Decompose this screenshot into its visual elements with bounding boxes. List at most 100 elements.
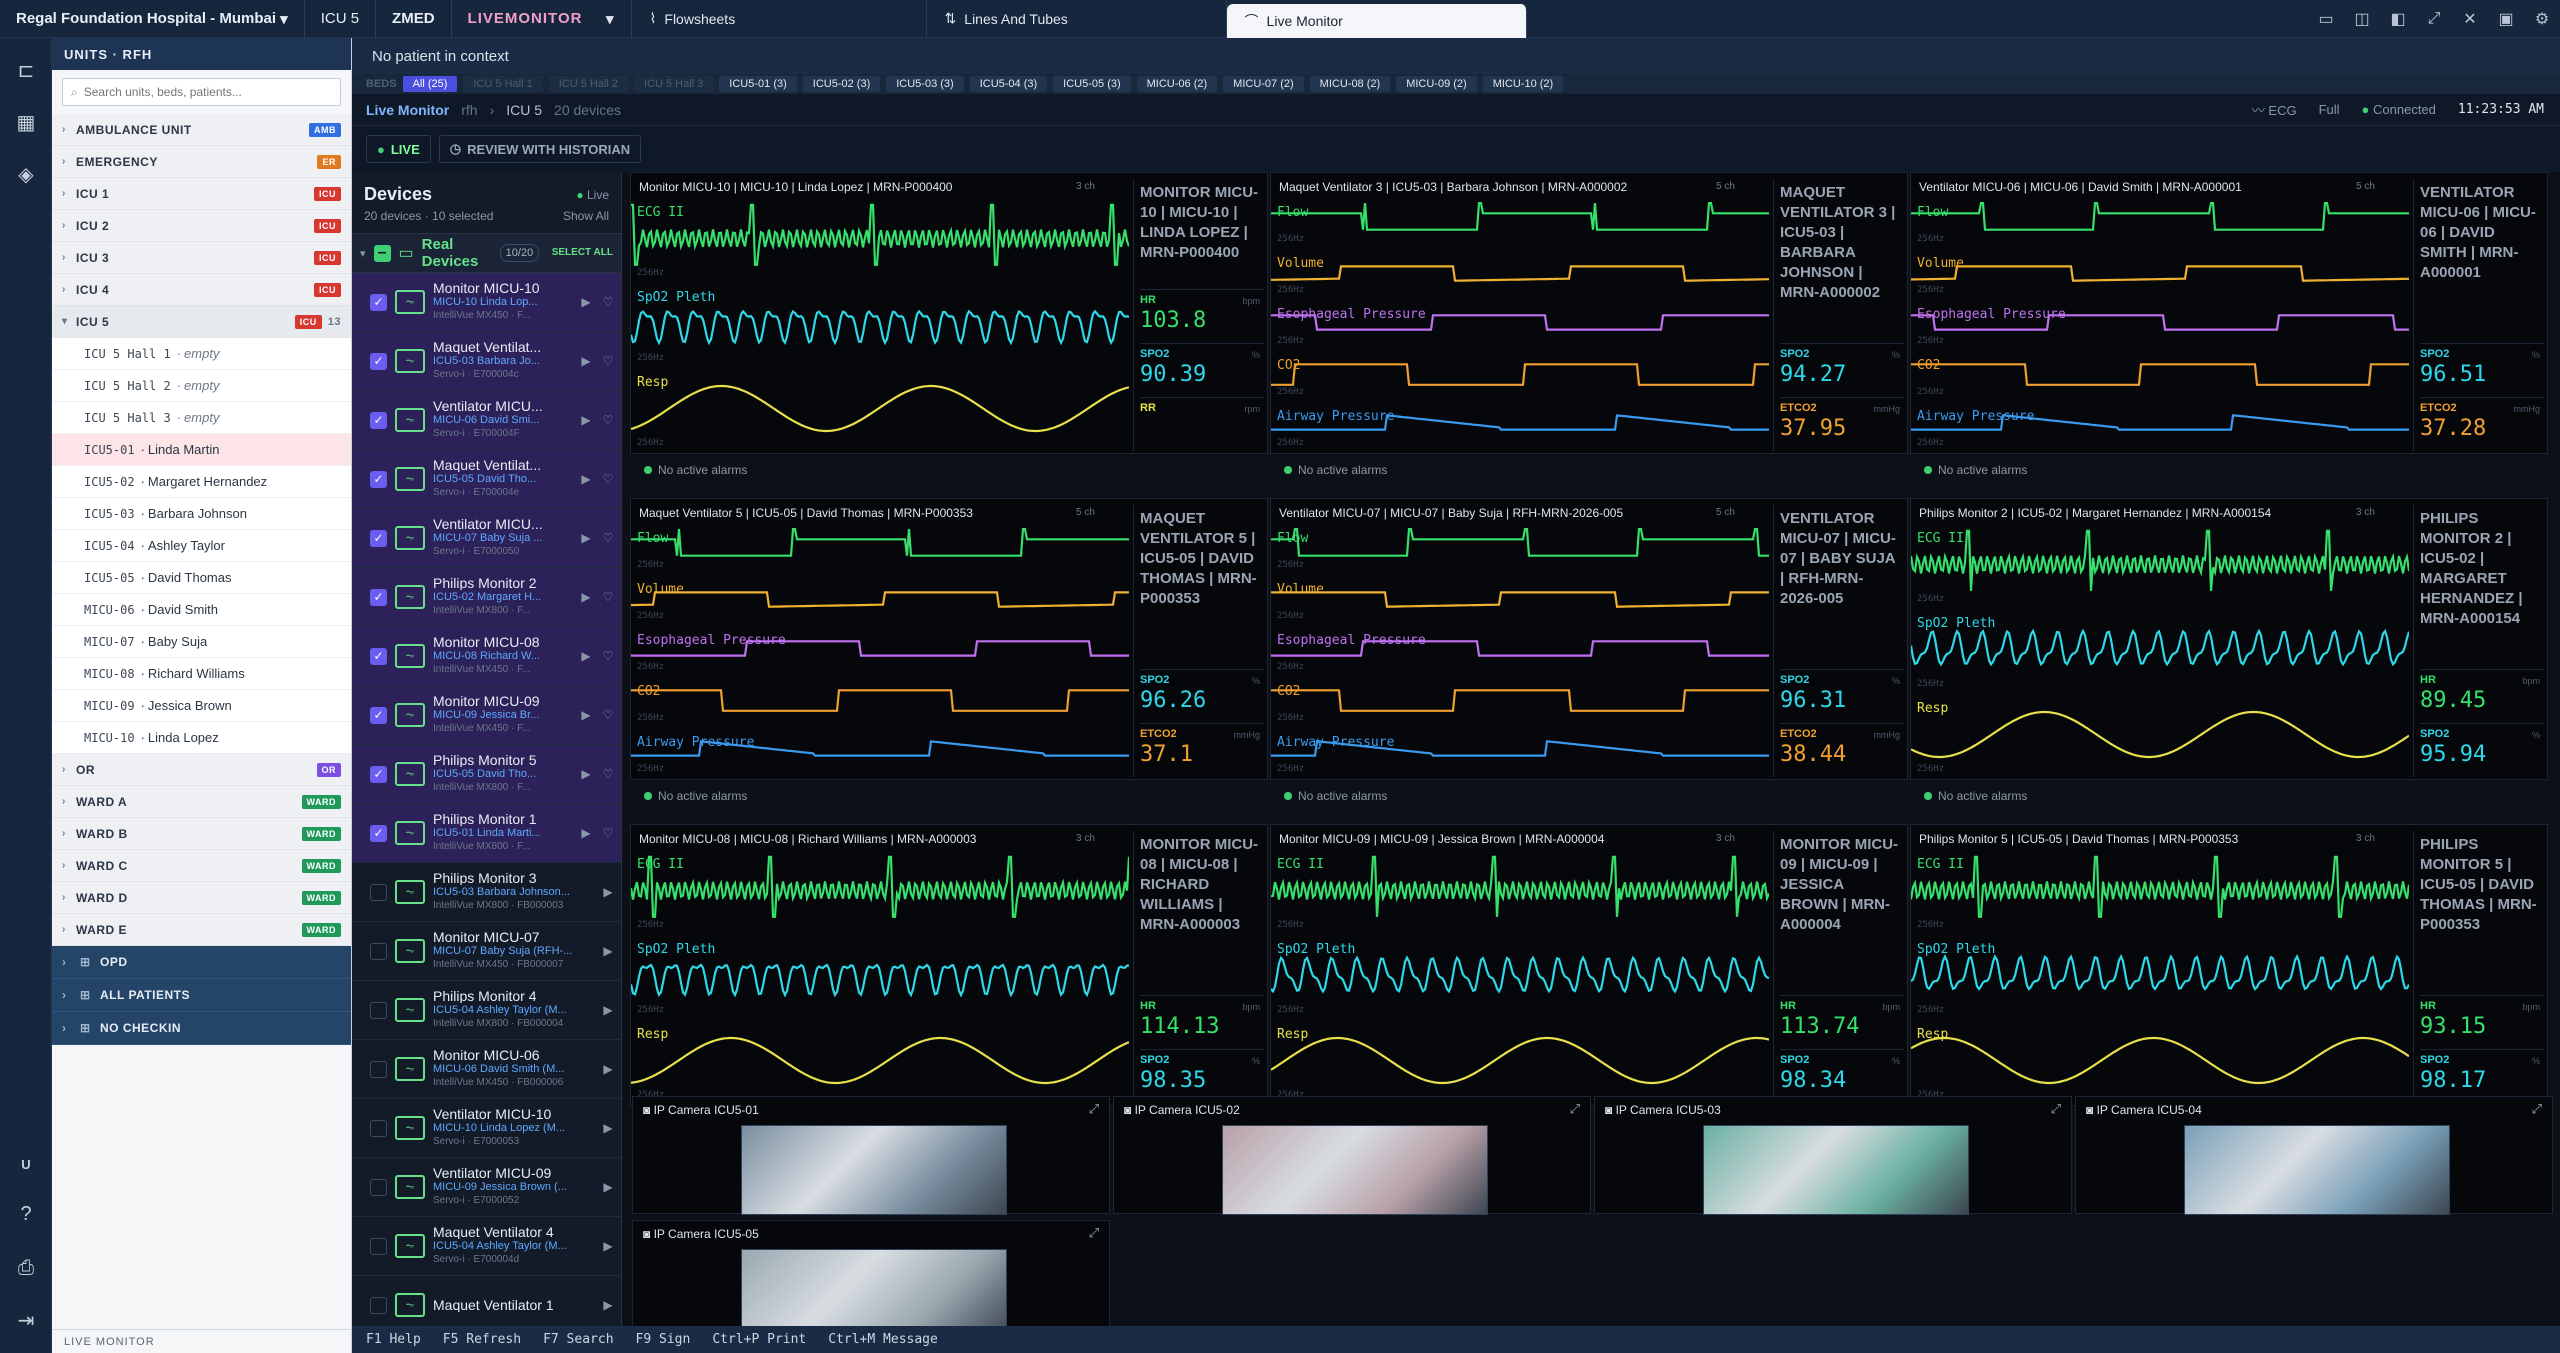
shortcut-hint[interactable]: Ctrl+P Print bbox=[712, 1332, 806, 1347]
device-checkbox[interactable] bbox=[370, 883, 387, 901]
real-devices-group[interactable]: ▾ – ▭ Real Devices 10/20 SELECT ALL bbox=[352, 233, 621, 273]
device-checkbox[interactable]: ✓ bbox=[370, 529, 387, 547]
device-item[interactable]: ✓ ⏦ Maquet Ventilat... ICU5-05 David Tho...… bbox=[352, 450, 621, 509]
monitor-cell[interactable]: Ventilator MICU-06 | MICU-06 | David Smi… bbox=[1910, 172, 2548, 454]
shortcut-hint[interactable]: F7 Search bbox=[543, 1332, 613, 1347]
breadcrumb-unit[interactable]: ICU 5 bbox=[506, 102, 542, 118]
play-icon[interactable]: ▶ bbox=[579, 826, 593, 840]
fullscreen-icon[interactable]: ⤢ bbox=[2416, 0, 2452, 38]
split-icon[interactable]: ◫ bbox=[2344, 0, 2380, 38]
hospital-selector[interactable]: Regal Foundation Hospital - Mumbai ▾ bbox=[0, 0, 305, 38]
ip-camera[interactable]: ◙ IP Camera ICU5-01 ⤢ bbox=[632, 1096, 1110, 1215]
play-icon[interactable]: ▶ bbox=[601, 885, 615, 899]
unit-ward-e[interactable]: › WARD E WARD bbox=[52, 914, 351, 946]
shortcut-hint[interactable]: F9 Sign bbox=[636, 1332, 691, 1347]
tab-live-monitor[interactable]: ⌒ Live Monitor bbox=[1226, 3, 1527, 38]
bed-item[interactable]: ICU5-03 · Barbara Johnson bbox=[52, 498, 351, 530]
device-item[interactable]: ⏦ Maquet Ventilator 1 ▶ bbox=[352, 1276, 621, 1326]
unit-or[interactable]: › OR OR bbox=[52, 754, 351, 786]
heart-icon[interactable]: ♡ bbox=[601, 826, 615, 840]
bed-chip[interactable]: MICU-08 (2) bbox=[1309, 76, 1391, 92]
device-item[interactable]: ⏦ Monitor MICU-06 MICU-06 David Smith (M..… bbox=[352, 1040, 621, 1099]
layers-icon[interactable]: ◈ bbox=[0, 148, 52, 200]
play-icon[interactable]: ▶ bbox=[601, 1180, 615, 1194]
bed-item[interactable]: ICU 5 Hall 1 · empty bbox=[52, 338, 351, 370]
monitor-cell[interactable]: Philips Monitor 5 | ICU5-05 | David Thom… bbox=[1909, 824, 2548, 1106]
play-icon[interactable]: ▶ bbox=[579, 413, 593, 427]
tab-flowsheets[interactable]: ⌇ Flowsheets bbox=[632, 0, 927, 38]
bed-item[interactable]: ICU5-01 · Linda Martin bbox=[52, 434, 351, 466]
play-icon[interactable]: ▶ bbox=[601, 1062, 615, 1076]
device-checkbox[interactable]: ✓ bbox=[370, 470, 387, 488]
monitor-cell[interactable]: Philips Monitor 2 | ICU5-02 | Margaret H… bbox=[1909, 498, 2548, 780]
play-icon[interactable]: ▶ bbox=[601, 1003, 615, 1017]
close-icon[interactable]: ✕ bbox=[2452, 0, 2488, 38]
unit-icu-2[interactable]: › ICU 2 ICU bbox=[52, 210, 351, 242]
sidebar-icon[interactable]: ◧ bbox=[2380, 0, 2416, 38]
ip-camera[interactable]: ◙ IP Camera ICU5-04 ⤢ bbox=[2075, 1096, 2553, 1215]
device-item[interactable]: ✓ ⏦ Ventilator MICU... MICU-06 David Smi...… bbox=[352, 391, 621, 450]
shortcut-hint[interactable]: Ctrl+M Message bbox=[828, 1332, 938, 1347]
heart-icon[interactable]: ♡ bbox=[601, 590, 615, 604]
bed-item[interactable]: MICU-08 · Richard Williams bbox=[52, 658, 351, 690]
unit-ward-b[interactable]: › WARD B WARD bbox=[52, 818, 351, 850]
search-input[interactable] bbox=[83, 85, 324, 99]
bed-chip[interactable]: MICU-07 (2) bbox=[1223, 76, 1304, 92]
print-icon[interactable]: ⎙ bbox=[0, 1242, 52, 1294]
bed-chip[interactable]: ICU5-01 (3) bbox=[719, 76, 797, 92]
ecg-toggle[interactable]: 〰 ECG bbox=[2252, 100, 2297, 119]
gear-icon[interactable]: ⚙ bbox=[2524, 0, 2560, 38]
grid-icon[interactable]: ▦ bbox=[0, 96, 52, 148]
device-checkbox[interactable] bbox=[370, 1296, 387, 1314]
play-icon[interactable]: ▶ bbox=[579, 590, 593, 604]
device-checkbox[interactable] bbox=[370, 1119, 387, 1137]
save-icon[interactable]: ▣ bbox=[2488, 0, 2524, 38]
play-icon[interactable]: ▶ bbox=[579, 295, 593, 309]
bed-chip[interactable]: MICU-10 (2) bbox=[1482, 76, 1564, 92]
heart-icon[interactable]: ♡ bbox=[601, 767, 615, 781]
bed-item[interactable]: MICU-07 · Baby Suja bbox=[52, 626, 351, 658]
play-icon[interactable]: ▶ bbox=[579, 354, 593, 368]
play-icon[interactable]: ▶ bbox=[601, 944, 615, 958]
group-opd[interactable]: › ⊞ OPD bbox=[52, 946, 351, 979]
device-item[interactable]: ⏦ Philips Monitor 4 ICU5-04 Ashley Taylor … bbox=[352, 981, 621, 1040]
play-icon[interactable]: ▶ bbox=[579, 472, 593, 486]
device-item[interactable]: ✓ ⏦ Philips Monitor 2 ICU5-02 Margaret H...… bbox=[352, 568, 621, 627]
heart-icon[interactable]: ♡ bbox=[601, 472, 615, 486]
heart-icon[interactable]: ♡ bbox=[601, 531, 615, 545]
bed-chip[interactable]: MICU-09 (2) bbox=[1396, 76, 1477, 92]
group-all-patients[interactable]: › ⊞ ALL PATIENTS bbox=[52, 979, 351, 1012]
device-checkbox[interactable]: ✓ bbox=[370, 352, 387, 370]
expand-icon[interactable]: ⤢ bbox=[1570, 1101, 1580, 1117]
bed-chip[interactable]: ICU5-02 (3) bbox=[802, 76, 881, 92]
expand-icon[interactable]: ⤢ bbox=[2051, 1101, 2061, 1117]
play-icon[interactable]: ▶ bbox=[579, 531, 593, 545]
play-icon[interactable]: ▶ bbox=[601, 1298, 615, 1312]
bed-item[interactable]: MICU-06 · David Smith bbox=[52, 594, 351, 626]
heart-icon[interactable]: ♡ bbox=[601, 708, 615, 722]
ip-camera[interactable]: ◙ IP Camera ICU5-05 ⤢ bbox=[632, 1220, 1110, 1339]
full-toggle[interactable]: Full bbox=[2319, 102, 2340, 117]
bed-chip[interactable]: ICU5-05 (3) bbox=[1053, 76, 1131, 92]
device-checkbox[interactable]: ✓ bbox=[370, 293, 387, 311]
unit-emergency[interactable]: › EMERGENCY ER bbox=[52, 146, 351, 178]
unit-icu-1[interactable]: › ICU 1 ICU bbox=[52, 178, 351, 210]
device-item[interactable]: ⏦ Ventilator MICU-10 MICU-10 Linda Lopez (… bbox=[352, 1099, 621, 1158]
live-button[interactable]: ● LIVE bbox=[366, 135, 431, 163]
device-item[interactable]: ✓ ⏦ Philips Monitor 5 ICU5-05 David Tho... I… bbox=[352, 745, 621, 804]
device-checkbox[interactable] bbox=[370, 1001, 387, 1019]
play-icon[interactable]: ▶ bbox=[579, 767, 593, 781]
device-checkbox[interactable]: ✓ bbox=[370, 411, 387, 429]
monitor-cell[interactable]: Maquet Ventilator 3 | ICU5-03 | Barbara … bbox=[1270, 172, 1908, 454]
unit-ward-d[interactable]: › WARD D WARD bbox=[52, 882, 351, 914]
device-checkbox[interactable]: ✓ bbox=[370, 706, 387, 724]
device-item[interactable]: ✓ ⏦ Maquet Ventilat... ICU5-03 Barbara Jo..… bbox=[352, 332, 621, 391]
bed-item[interactable]: MICU-09 · Jessica Brown bbox=[52, 690, 351, 722]
show-all-button[interactable]: Show All bbox=[563, 209, 609, 223]
unit-indicator[interactable]: ICU 5 bbox=[305, 0, 377, 38]
expand-icon[interactable]: ⤢ bbox=[2532, 1101, 2542, 1117]
heart-icon[interactable]: ♡ bbox=[601, 413, 615, 427]
monitor-cell[interactable]: Monitor MICU-09 | MICU-09 | Jessica Brow… bbox=[1270, 824, 1908, 1106]
module-selector[interactable]: LIVEMONITOR ▾ bbox=[452, 0, 632, 38]
bed-item[interactable]: MICU-10 · Linda Lopez bbox=[52, 722, 351, 754]
